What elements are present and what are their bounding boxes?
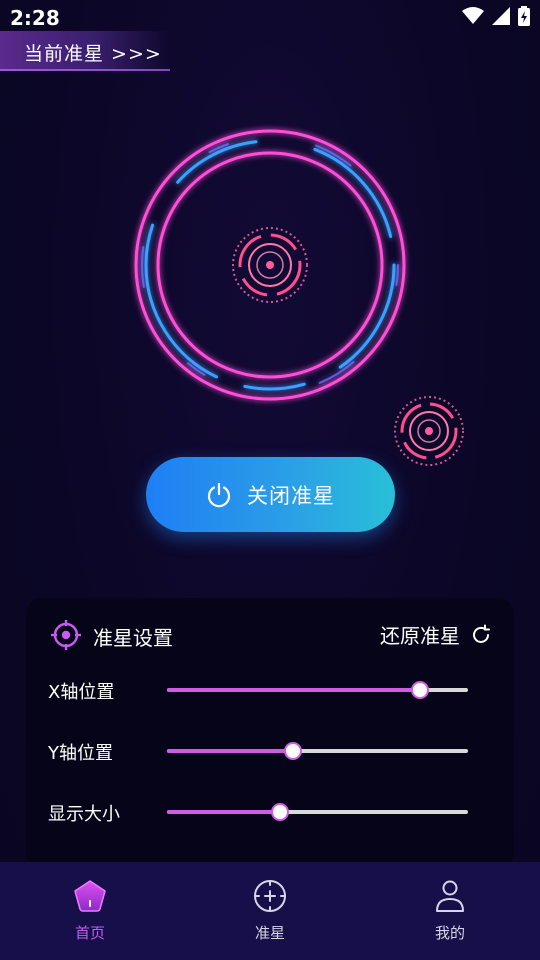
display-size-slider-row: 显示大小 <box>26 798 514 828</box>
battery-charging-icon <box>518 6 530 30</box>
status-bar: 2:28 <box>0 0 540 34</box>
crosshair-icon <box>252 878 288 914</box>
nav-profile-label: 我的 <box>434 924 465 942</box>
app-screen: 2:28 当前准星 >>> 关闭准星 准星设置 还原准星 X轴位置 Y轴位置 显… <box>0 0 540 960</box>
refresh-icon <box>470 624 492 646</box>
current-crosshair-label: 当前准星 >>> <box>24 43 162 65</box>
nav-crosshair-label: 准星 <box>254 924 285 942</box>
status-time: 2:28 <box>10 6 60 30</box>
reset-crosshair-button[interactable]: 还原准星 <box>380 620 492 649</box>
y-position-slider-thumb[interactable] <box>284 742 303 760</box>
center-reticle-icon <box>232 227 308 303</box>
nav-home[interactable]: 首页 <box>0 862 180 960</box>
toggle-crosshair-button[interactable]: 关闭准星 <box>146 457 395 532</box>
x-position-slider-fill <box>167 688 420 692</box>
status-icons <box>462 6 530 30</box>
y-position-label: Y轴位置 <box>48 743 113 764</box>
home-pentagon-icon <box>72 878 108 914</box>
nav-profile[interactable]: 我的 <box>360 862 540 960</box>
display-size-label: 显示大小 <box>48 804 120 825</box>
power-icon <box>206 482 232 508</box>
x-position-label: X轴位置 <box>48 682 115 703</box>
crosshair-settings-card: 准星设置 还原准星 X轴位置 Y轴位置 显示大小 <box>26 598 514 868</box>
display-size-slider[interactable] <box>167 803 468 821</box>
display-size-slider-thumb[interactable] <box>270 803 289 821</box>
y-position-slider[interactable] <box>167 742 468 760</box>
crosshair-preview-rings <box>120 115 420 415</box>
signal-icon <box>492 7 510 29</box>
x-position-slider[interactable] <box>167 681 468 699</box>
nav-crosshair[interactable]: 准星 <box>180 862 360 960</box>
y-position-slider-fill <box>167 749 294 753</box>
floating-crosshair-icon[interactable] <box>392 394 466 468</box>
crosshair-target-icon <box>50 619 82 651</box>
nav-home-label: 首页 <box>74 924 105 942</box>
x-position-slider-thumb[interactable] <box>410 681 429 699</box>
wifi-icon <box>462 7 484 29</box>
settings-title: 准星设置 <box>93 626 173 650</box>
user-icon <box>432 878 468 914</box>
x-position-slider-row: X轴位置 <box>26 676 514 706</box>
y-position-slider-row: Y轴位置 <box>26 737 514 767</box>
bottom-navigation: 首页 准星 我的 <box>0 862 540 960</box>
reset-crosshair-label: 还原准星 <box>380 624 460 648</box>
display-size-slider-fill <box>167 810 280 814</box>
current-crosshair-banner[interactable]: 当前准星 >>> <box>0 31 170 71</box>
toggle-crosshair-label: 关闭准星 <box>247 484 335 508</box>
